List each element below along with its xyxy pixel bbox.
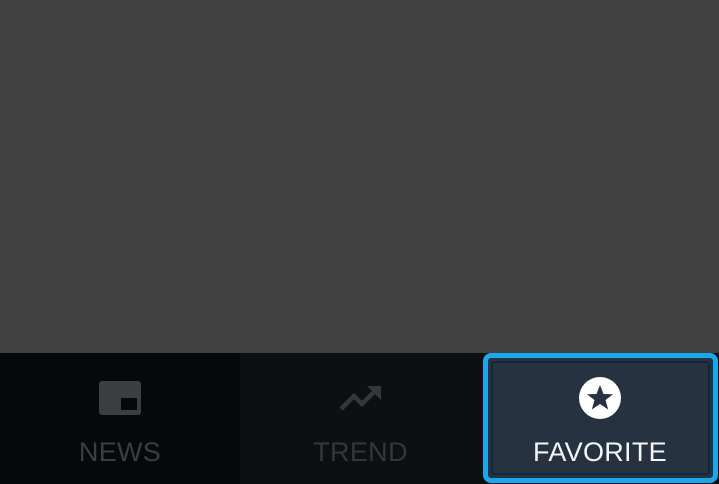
trending-up-icon	[338, 376, 383, 420]
nav-item-news-label: NEWS	[78, 437, 162, 467]
picture-in-picture-icon	[98, 376, 142, 420]
nav-item-trend-label: TREND	[313, 437, 408, 467]
nav-item-trend[interactable]: TREND	[240, 353, 481, 484]
bottom-navigation-bar: NEWS TREND FAVORITE	[0, 353, 719, 484]
content-area	[0, 0, 719, 353]
nav-item-news[interactable]: NEWS	[0, 353, 240, 484]
nav-item-favorite-label: FAVORITE	[533, 437, 667, 467]
nav-item-favorite[interactable]: FAVORITE	[481, 353, 719, 484]
star-circle-icon	[578, 376, 622, 420]
app-screen: NEWS TREND FAVORITE	[0, 0, 719, 484]
